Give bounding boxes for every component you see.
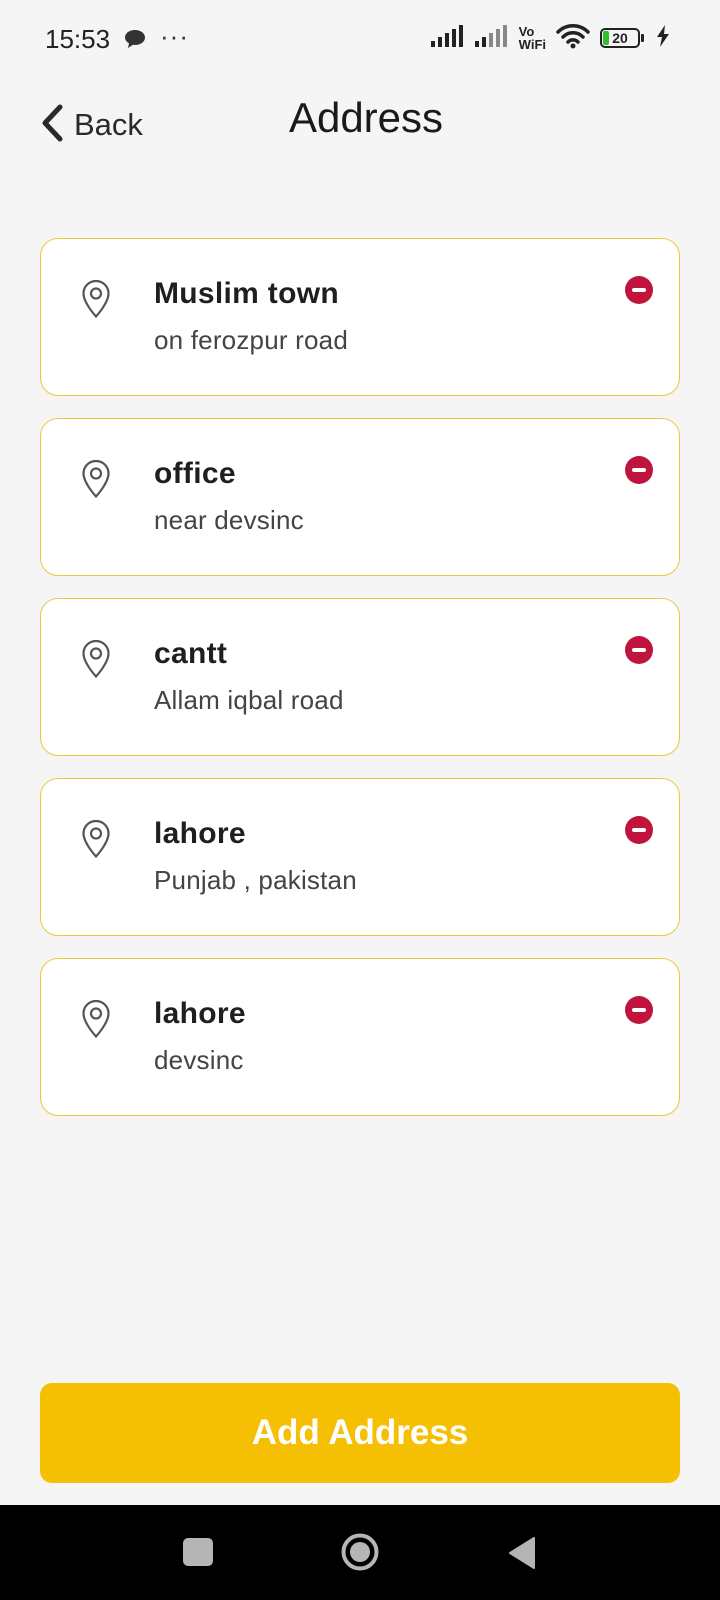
remove-address-button[interactable] — [625, 636, 653, 664]
address-title: Muslim town — [154, 277, 339, 310]
address-subtitle: near devsinc — [154, 505, 304, 535]
address-card[interactable]: cantt Allam iqbal road — [40, 598, 680, 756]
address-subtitle: on ferozpur road — [154, 325, 348, 355]
remove-address-button[interactable] — [625, 456, 653, 484]
remove-address-button[interactable] — [625, 816, 653, 844]
system-nav-bar — [0, 1505, 720, 1600]
page-title: Address — [288, 94, 444, 141]
app-header: Back Address — [0, 90, 720, 160]
map-pin-icon — [81, 279, 111, 324]
vowifi-bottom: WiFi — [518, 37, 546, 52]
remove-address-button[interactable] — [625, 276, 653, 304]
status-time: 15:53 — [45, 24, 111, 54]
vowifi-indicator: Vo WiFi — [519, 25, 546, 51]
status-indicators: Vo WiFi 20 — [430, 22, 670, 54]
map-pin-icon — [81, 639, 111, 684]
signal-icon — [430, 24, 465, 52]
address-card[interactable]: lahore devsinc — [40, 958, 680, 1116]
address-title: lahore — [154, 997, 246, 1030]
status-bar: 15:53 ··· Vo WiFi 20 — [0, 0, 720, 80]
address-card[interactable]: Muslim town on ferozpur road — [40, 238, 680, 396]
chat-bubble-icon — [124, 29, 146, 54]
remove-address-button[interactable] — [625, 996, 653, 1024]
address-subtitle: devsinc — [154, 1045, 244, 1075]
battery-icon: 20 — [600, 28, 644, 48]
map-pin-icon — [81, 819, 111, 864]
address-title: office — [154, 457, 236, 490]
address-subtitle: Punjab , pakistan — [154, 865, 357, 895]
map-pin-icon — [81, 999, 111, 1044]
lightning-icon — [656, 24, 670, 52]
address-subtitle: Allam iqbal road — [154, 685, 344, 715]
system-back-button[interactable] — [506, 1535, 538, 1571]
recent-apps-button[interactable] — [183, 1538, 213, 1566]
map-pin-icon — [81, 459, 111, 504]
address-title: lahore — [154, 817, 246, 850]
address-card[interactable]: office near devsinc — [40, 418, 680, 576]
address-screen: 15:53 ··· Vo WiFi 20 Back Address Muslim… — [0, 0, 720, 1600]
address-title: cantt — [154, 637, 228, 670]
battery-level: 20 — [612, 30, 628, 46]
address-card[interactable]: lahore Punjab , pakistan — [40, 778, 680, 936]
home-button[interactable] — [340, 1532, 380, 1572]
signal-icon-secondary — [474, 24, 509, 52]
add-address-button[interactable]: Add Address — [40, 1383, 680, 1483]
wifi-icon — [556, 23, 590, 54]
address-list: Muslim town on ferozpur road office near… — [40, 238, 680, 1138]
more-notifications-icon: ··· — [160, 21, 189, 51]
